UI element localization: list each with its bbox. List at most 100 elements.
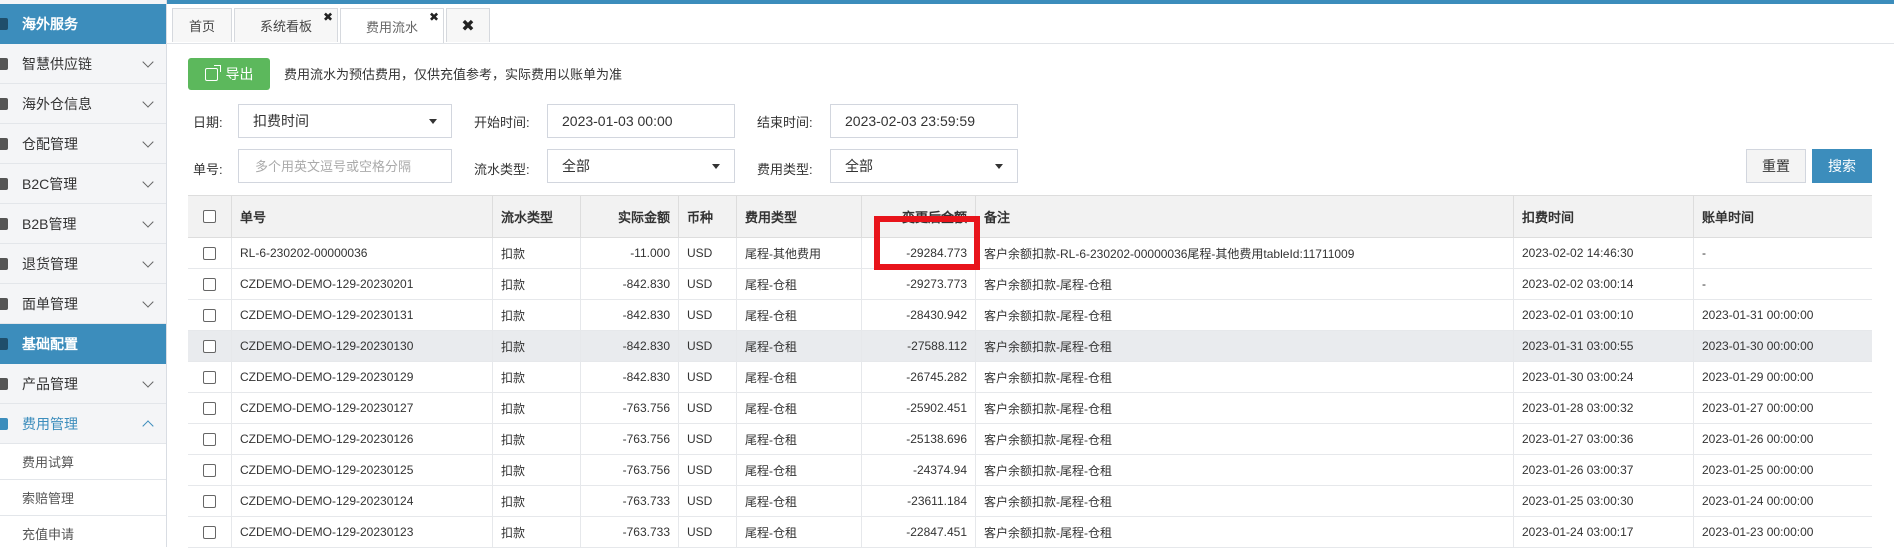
bill-time-cell: 2023-01-27 00:00:00 [1702,401,1814,415]
col-header-currency[interactable]: 币种 [679,196,737,237]
remark-cell: 客户余额扣款-尾程-仓租 [976,455,1514,485]
sidebar-item-b2c[interactable]: B2C管理 [0,164,166,204]
row-checkbox[interactable] [203,432,216,446]
actual-amount-cell: -763.733 [581,486,679,516]
row-checkbox[interactable] [203,494,216,508]
tab-fee-flow[interactable]: 费用流水 ✖ [340,8,444,44]
row-checkbox[interactable] [203,370,216,384]
sidebar-item-b2b[interactable]: B2B管理 [0,204,166,244]
balance-after-cell: -26745.282 [862,362,976,392]
select-all-checkbox[interactable] [203,210,216,223]
actual-amount-cell: -842.830 [581,362,679,392]
row-checkbox[interactable] [203,401,216,415]
col-header-deduct-time[interactable]: 扣费时间 [1514,196,1694,237]
end-time-label: 结束时间: [757,115,813,130]
balance-after-cell: -27588.112 [862,331,976,361]
col-header-fee-type[interactable]: 费用类型 [737,196,862,237]
row-select-cell [188,517,232,547]
sidebar-subitem-claims[interactable]: 索赔管理 [0,480,166,516]
fee-type-cell: 尾程-其他费用 [737,238,862,268]
row-select-cell [188,269,232,299]
export-icon [204,64,221,81]
flow-type-cell: 扣款 [493,455,581,485]
table-row[interactable]: CZDEMO-DEMO-129-20230129 扣款 -842.830 USD 尾程-… [188,362,1872,393]
row-select-cell [188,331,232,361]
table-row[interactable]: CZDEMO-DEMO-129-20230123 扣款 -763.733 USD 尾程-… [188,517,1872,548]
close-icon[interactable]: ✖ [429,11,439,23]
table-row[interactable]: RL-6-230202-00000036 扣款 -11.000 USD 尾程-其他费用 -… [188,238,1872,269]
flow-type-cell: 扣款 [493,300,581,330]
date-type-select[interactable]: 扣费时间 [238,104,452,138]
row-checkbox[interactable] [203,339,216,353]
table-row[interactable]: CZDEMO-DEMO-129-20230124 扣款 -763.733 USD 尾程-… [188,486,1872,517]
col-header-balance-after[interactable]: 变更后金额 [862,196,976,237]
sidebar-item-fees[interactable]: 费用管理 [0,404,166,444]
bill-time-cell: 2023-01-23 00:00:00 [1702,525,1814,539]
fee-type-cell: 尾程-仓租 [737,455,862,485]
close-all-tabs-button[interactable]: ✖ [446,8,490,42]
sidebar-item-labels[interactable]: 面单管理 [0,284,166,324]
row-select-cell [188,486,232,516]
sidebar-section-overseas[interactable]: 海外服务 [0,4,166,44]
table-row[interactable]: CZDEMO-DEMO-129-20230131 扣款 -842.830 USD 尾程-… [188,300,1872,331]
row-checkbox[interactable] [203,246,216,260]
table-row[interactable]: CZDEMO-DEMO-129-20230126 扣款 -763.756 USD 尾程-… [188,424,1872,455]
currency-cell: USD [679,455,737,485]
sidebar-section-config[interactable]: 基础配置 [0,324,166,364]
table-row[interactable]: CZDEMO-DEMO-129-20230127 扣款 -763.756 USD 尾程-… [188,393,1872,424]
row-checkbox[interactable] [203,463,216,477]
chevron-down-icon [142,175,154,188]
col-header-actual-amount[interactable]: 实际金额 [581,196,679,237]
fee-type-cell: 尾程-仓租 [737,393,862,423]
table-row[interactable]: CZDEMO-DEMO-129-20230130 扣款 -842.830 USD 尾程-… [188,331,1872,362]
col-header-order-no[interactable]: 单号 [232,196,493,237]
sidebar-item-returns[interactable]: 退货管理 [0,244,166,284]
currency-cell: USD [679,362,737,392]
order-no-cell: CZDEMO-DEMO-129-20230125 [232,455,493,485]
sidebar-subitem-fee-estimate[interactable]: 费用试算 [0,444,166,480]
tab-home[interactable]: 首页 [172,8,232,42]
row-checkbox[interactable] [203,525,216,539]
table-row[interactable]: CZDEMO-DEMO-129-20230201 扣款 -842.830 USD 尾程-… [188,269,1872,300]
search-button[interactable]: 搜索 [1812,149,1872,183]
chevron-down-icon [142,55,154,68]
tab-dashboard[interactable]: 系统看板 ✖ [234,8,338,42]
sidebar-item-supply-chain[interactable]: 智慧供应链 [0,44,166,84]
actual-amount-cell: -763.756 [581,455,679,485]
col-header-remark[interactable]: 备注 [976,196,1514,237]
export-button[interactable]: 导出 [188,58,270,90]
fee-type-cell: 尾程-仓租 [737,517,862,547]
start-time-input[interactable]: 2023-01-03 00:00 [547,104,735,138]
bill-time-cell: 2023-01-25 00:00:00 [1702,463,1814,477]
flow-type-select[interactable]: 全部 [547,149,735,183]
order-no-input[interactable] [253,157,417,175]
row-checkbox[interactable] [203,277,216,291]
chevron-down-icon [142,215,154,228]
col-header-bill-time[interactable]: 账单时间 [1694,196,1872,237]
fee-type-label: 费用类型: [757,162,813,177]
row-select-cell [188,238,232,268]
deduct-time-cell: 2023-01-25 03:00:30 [1514,486,1694,516]
row-checkbox[interactable] [203,308,216,322]
select-all-cell [188,196,232,237]
currency-cell: USD [679,300,737,330]
end-time-input[interactable]: 2023-02-03 23:59:59 [830,104,1018,138]
bill-time-cell: 2023-01-30 00:00:00 [1702,339,1814,353]
actual-amount-cell: -842.830 [581,331,679,361]
table-row[interactable]: CZDEMO-DEMO-129-20230125 扣款 -763.756 USD 尾程-… [188,455,1872,486]
sidebar-item-fulfillment[interactable]: 仓配管理 [0,124,166,164]
product-icon [0,377,8,390]
col-header-flow-type[interactable]: 流水类型 [493,196,581,237]
remark-cell: 客户余额扣款-尾程-仓租 [976,300,1514,330]
actual-amount-cell: -763.756 [581,393,679,423]
chevron-down-icon [142,295,154,308]
sidebar-subitem-recharge[interactable]: 充值申请 [0,516,166,547]
sidebar-item-warehouse-info[interactable]: 海外仓信息 [0,84,166,124]
fee-type-select[interactable]: 全部 [830,149,1018,183]
deduct-time-cell: 2023-01-30 03:00:24 [1514,362,1694,392]
reset-button[interactable]: 重置 [1746,149,1806,183]
flow-type-label: 流水类型: [474,162,530,177]
deduct-time-cell: 2023-01-26 03:00:37 [1514,455,1694,485]
close-icon[interactable]: ✖ [323,11,333,23]
sidebar-item-products[interactable]: 产品管理 [0,364,166,404]
